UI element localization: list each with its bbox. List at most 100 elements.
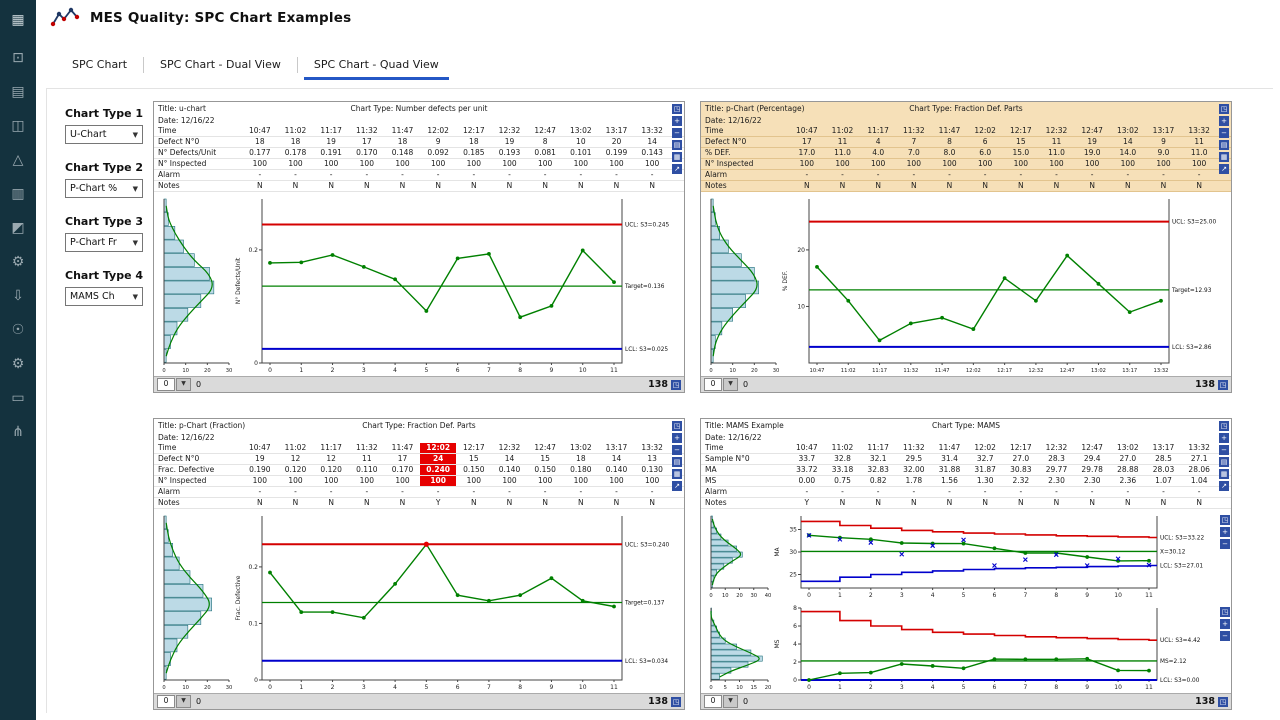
table-row: MS0.000.750.821.781.561.302.322.302.302.… — [701, 476, 1231, 487]
chart-icon[interactable]: ▥ — [6, 182, 30, 206]
scroll-spin-button[interactable]: ▼ — [176, 695, 191, 708]
zoom-in-icon[interactable]: + — [1220, 527, 1230, 537]
detach-icon[interactable]: ◳ — [1218, 380, 1228, 390]
table-cell: 100 — [420, 476, 456, 486]
app-menu-icon[interactable]: ▦ — [6, 8, 30, 32]
chart-type-2-select[interactable]: P-Chart % ▼ — [65, 179, 143, 198]
table-cell: 18 — [563, 454, 599, 464]
svg-text:11:47: 11:47 — [935, 368, 950, 374]
zoom-out-icon[interactable]: − — [1219, 128, 1229, 138]
table-cell: N — [242, 498, 278, 508]
user-icon[interactable]: ☉ — [6, 318, 30, 342]
svg-text:20: 20 — [736, 593, 743, 599]
zoom-in-icon[interactable]: + — [1220, 619, 1230, 629]
svg-text:0: 0 — [807, 684, 811, 691]
maximize-icon[interactable]: ◳ — [1219, 104, 1229, 114]
svg-text:4: 4 — [931, 592, 935, 599]
row-label: Notes — [154, 181, 242, 191]
chart-type-3-select[interactable]: P-Chart Fr ▼ — [65, 233, 143, 252]
table-cell: N — [242, 181, 278, 191]
table-cell: 12:32 — [492, 443, 528, 453]
maximize-icon[interactable]: ◳ — [672, 104, 682, 114]
zoom-out-icon[interactable]: − — [672, 128, 682, 138]
monitor-icon[interactable]: ⊡ — [6, 46, 30, 70]
workflow-icon[interactable]: ⋔ — [6, 420, 30, 444]
table-icon[interactable]: ▤ — [672, 140, 682, 150]
maximize-icon[interactable]: ◳ — [1220, 607, 1230, 617]
chart-scrollbar[interactable]: 0▼0138◳ — [701, 376, 1231, 392]
detach-icon[interactable]: ◳ — [671, 380, 681, 390]
settings-icon[interactable]: ⚙ — [6, 352, 30, 376]
detach-icon[interactable]: ◳ — [1218, 697, 1228, 707]
export-icon[interactable]: ↗ — [672, 164, 682, 174]
panel-tool-icons: ◳ + − ▤ ▦ ↗ — [672, 421, 682, 491]
table-cell: 100 — [456, 159, 492, 169]
table-cell: 11:02 — [825, 443, 861, 453]
export-icon[interactable]: ↗ — [1219, 164, 1229, 174]
row-label: Defect N°0 — [154, 454, 242, 464]
svg-text:6: 6 — [456, 684, 460, 691]
chart-scrollbar[interactable]: 0▼0138◳ — [154, 376, 684, 392]
folder-icon[interactable]: ▭ — [6, 386, 30, 410]
export-icon[interactable]: ↗ — [1219, 481, 1229, 491]
table-cell: 100 — [967, 159, 1003, 169]
tab-spc-chart[interactable]: SPC Chart — [58, 52, 141, 80]
zoom-in-icon[interactable]: + — [672, 116, 682, 126]
svg-text:12:32: 12:32 — [1028, 368, 1043, 374]
zoom-out-icon[interactable]: − — [1220, 539, 1230, 549]
row-label: Time — [154, 443, 242, 453]
table-cell: N — [967, 498, 1003, 508]
table-icon[interactable]: ▤ — [1219, 457, 1229, 467]
grid-icon[interactable]: ▦ — [1219, 469, 1229, 479]
table-cell: N — [563, 498, 599, 508]
table-row: N° Defects/Unit0.1770.1780.1910.1700.148… — [154, 148, 684, 159]
chart-type-4-select[interactable]: MAMS Ch ▼ — [65, 287, 143, 306]
detach-icon[interactable]: ◳ — [671, 697, 681, 707]
table-cell: 18 — [385, 137, 421, 147]
table-cell: 11:32 — [896, 443, 932, 453]
maximize-icon[interactable]: ◳ — [672, 421, 682, 431]
automation-icon[interactable]: ⚙ — [6, 250, 30, 274]
maximize-icon[interactable]: ◳ — [1219, 421, 1229, 431]
table-cell: - — [789, 170, 825, 180]
scroll-spin-button[interactable]: ▼ — [723, 378, 738, 391]
svg-text:UCL: S3=25.00: UCL: S3=25.00 — [1172, 220, 1216, 226]
form-icon[interactable]: ▤ — [6, 80, 30, 104]
table-cell: 0.185 — [456, 148, 492, 158]
chart-scrollbar[interactable]: 0▼0138◳ — [701, 693, 1231, 709]
svg-text:6: 6 — [993, 684, 997, 691]
team-icon[interactable]: ◩ — [6, 216, 30, 240]
chart-plot-row: 01020304025303501234567891011MAUCL: S3=3… — [701, 509, 1231, 601]
scroll-position: 0 — [196, 380, 201, 389]
plot-side-icons: ◳ + − — [1219, 509, 1231, 601]
tab-spc-chart-dual-view[interactable]: SPC Chart - Dual View — [146, 52, 295, 80]
zoom-out-icon[interactable]: − — [1219, 445, 1229, 455]
zoom-out-icon[interactable]: − — [1220, 631, 1230, 641]
download-icon[interactable]: ⇩ — [6, 284, 30, 308]
maximize-icon[interactable]: ◳ — [1220, 515, 1230, 525]
scroll-spin-button[interactable]: ▼ — [723, 695, 738, 708]
svg-text:13:02: 13:02 — [1091, 368, 1106, 374]
contacts-icon[interactable]: ◫ — [6, 114, 30, 138]
chart-scrollbar[interactable]: 0▼0138◳ — [154, 693, 684, 709]
flask-icon[interactable]: △ — [6, 148, 30, 172]
table-row: NotesNNNNNYNNNNNN — [154, 498, 684, 509]
grid-icon[interactable]: ▦ — [672, 152, 682, 162]
chart-type-1-select[interactable]: U-Chart ▼ — [65, 125, 143, 144]
tab-spc-chart-quad-view[interactable]: SPC Chart - Quad View — [300, 52, 453, 80]
svg-text:10: 10 — [1114, 684, 1122, 691]
grid-icon[interactable]: ▦ — [672, 469, 682, 479]
table-icon[interactable]: ▤ — [1219, 140, 1229, 150]
panel-tool-icons: ◳ + − ▤ ▦ ↗ — [1219, 104, 1229, 174]
table-cell: 10 — [563, 137, 599, 147]
grid-icon[interactable]: ▦ — [1219, 152, 1229, 162]
export-icon[interactable]: ↗ — [672, 481, 682, 491]
zoom-in-icon[interactable]: + — [672, 433, 682, 443]
table-icon[interactable]: ▤ — [672, 457, 682, 467]
zoom-in-icon[interactable]: + — [1219, 116, 1229, 126]
zoom-out-icon[interactable]: − — [672, 445, 682, 455]
table-cell: 29.77 — [1039, 465, 1075, 475]
zoom-in-icon[interactable]: + — [1219, 433, 1229, 443]
scroll-spin-button[interactable]: ▼ — [176, 378, 191, 391]
table-cell: N — [278, 498, 314, 508]
